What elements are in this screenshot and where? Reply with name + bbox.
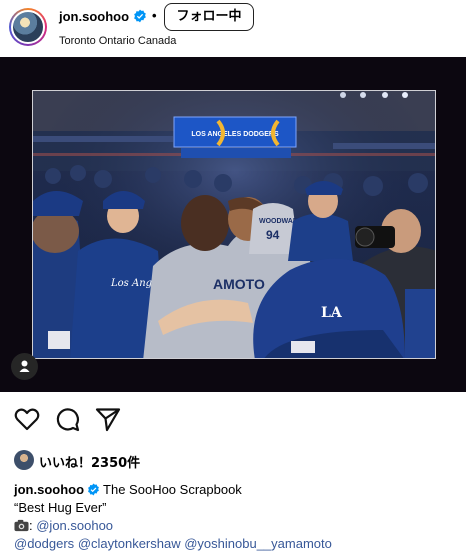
likes-count[interactable]: いいね！2350件 <box>39 452 140 471</box>
caption-quote: “Best Hug Ever” <box>14 500 107 515</box>
caption-credit-line: : @jon.soohoo <box>14 517 454 535</box>
verified-badge-icon <box>134 9 146 23</box>
mention-claytonkershaw[interactable]: @claytonkershaw <box>78 536 181 551</box>
post-caption: jon.soohoo The SooHoo Scrapbook “Best Hug… <box>14 481 454 553</box>
comment-icon[interactable] <box>53 405 81 433</box>
jersey-name-2: AMOTO <box>213 276 265 292</box>
banner-text: LOS ANGELES DODGERS <box>191 131 279 138</box>
post-location[interactable]: Toronto Ontario Canada <box>59 35 176 47</box>
post-actions <box>0 405 466 441</box>
post-photo[interactable]: LOS ANGELES DODGERS Los Angeles AMOTO WO… <box>32 90 436 359</box>
caption-mentions: @dodgers @claytonkershaw @yoshinobu__yam… <box>14 535 454 553</box>
share-icon[interactable] <box>94 405 122 433</box>
header-separator: • <box>152 8 157 23</box>
verified-badge-icon <box>88 483 99 496</box>
post-media[interactable]: LOS ANGELES DODGERS Los Angeles AMOTO WO… <box>0 57 466 392</box>
mention-dodgers[interactable]: @dodgers <box>14 536 74 551</box>
tagged-users-button[interactable] <box>11 353 38 380</box>
user-icon <box>19 360 30 372</box>
caption-first-line: jon.soohoo The SooHoo Scrapbook <box>14 481 454 499</box>
jersey-number: 94 <box>266 228 280 242</box>
credit-mention[interactable]: @jon.soohoo <box>36 518 113 533</box>
following-button[interactable]: フォロー中 <box>164 3 254 31</box>
heart-icon[interactable] <box>13 405 41 433</box>
author-avatar[interactable] <box>9 8 47 46</box>
caption-title: The SooHoo Scrapbook <box>103 482 242 497</box>
post-header: jon.soohoo • フォロー中 Toronto Ontario Canad… <box>0 0 466 56</box>
camera-icon <box>14 519 29 532</box>
cap-logo: LA <box>321 305 343 321</box>
caption-author[interactable]: jon.soohoo <box>14 482 84 497</box>
liker-avatar <box>14 450 34 470</box>
mention-yoshinobu-yamamoto[interactable]: @yoshinobu__yamamoto <box>184 536 332 551</box>
celebration-photo-illustration: LOS ANGELES DODGERS Los Angeles AMOTO WO… <box>33 91 435 358</box>
author-username[interactable]: jon.soohoo <box>59 9 129 24</box>
